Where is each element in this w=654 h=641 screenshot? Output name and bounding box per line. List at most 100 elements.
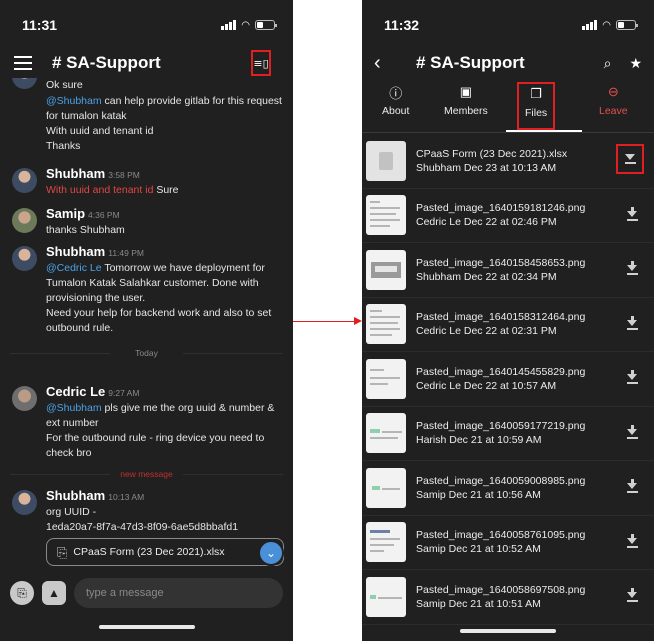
file-row[interactable]: Pasted_image_1640059177219.png Harish Dec… [362, 407, 654, 461]
image-button[interactable]: ▲ [42, 581, 66, 605]
avatar [12, 208, 37, 233]
file-meta: Samip Dec 21 at 10:52 AM [416, 543, 541, 556]
file-list[interactable]: CPaaS Form (23 Dec 2021).xlsx Shubham Dec… [362, 134, 654, 625]
file-meta: Shubham Dec 23 at 10:13 AM [416, 161, 557, 174]
file-row[interactable]: Pasted_image_1640059008985.png Samip Dec … [362, 461, 654, 516]
message: Shubham 10:13 AM org UUID - 1eda20a7-8f7a… [0, 488, 293, 535]
file-row[interactable]: Pasted_image_1640158312464.png Cedric Le … [362, 298, 654, 352]
channel-title: # SA-Support [52, 53, 161, 72]
info-icon: ⓘ [389, 85, 403, 101]
chat-screen: 11:31 ◠ # SA-Support ≡▯ Ok sure @Shubham… [0, 0, 293, 641]
search-icon[interactable]: ⌕ [604, 55, 612, 72]
message-line: @Cedric Le Tomorrow we have deployment f… [46, 261, 285, 276]
file-row[interactable]: Pasted_image_1640058761095.png Samip Dec … [362, 516, 654, 570]
message-line: @Shubham pls give me the org uuid & numb… [46, 401, 285, 416]
file-name: Pasted_image_1640159181246.png [416, 202, 586, 215]
channel-details-button[interactable]: ≡▯ [251, 50, 271, 76]
file-row[interactable]: CPaaS Form (23 Dec 2021).xlsx Shubham Dec… [362, 134, 654, 189]
download-icon[interactable] [626, 533, 638, 548]
tab-label: Leave [599, 105, 628, 117]
download-icon[interactable] [626, 479, 638, 493]
file-name: CPaaS Form (23 Dec 2021).xlsx [416, 147, 568, 160]
download-icon[interactable] [626, 370, 638, 384]
home-indicator[interactable] [98, 625, 195, 629]
star-icon[interactable]: ★ [629, 55, 642, 72]
message-line: With uuid and tenant id [46, 125, 154, 137]
channel-details-screen: 11:32 ◠ ‹ # SA-Support ⌕ ★ ⓘ About ▣ Mem… [362, 0, 654, 641]
message-line: Tumalon Katak Salahkar customer. Done wi… [46, 277, 259, 289]
status-bar: 11:31 ◠ [0, 0, 293, 50]
tab-divider [362, 132, 654, 133]
message: Shubham 11:49 PM @Cedric Le Tomorrow we h… [0, 244, 293, 336]
back-icon[interactable]: ‹ [374, 52, 390, 75]
message-line: 1eda20a7-8f7a-47d3-8f09-6ae5d8bbafd1 [46, 521, 239, 533]
scroll-down-button[interactable]: ⌄ [258, 540, 284, 566]
home-indicator[interactable] [460, 629, 556, 633]
battery-icon [255, 20, 277, 30]
message-line: Ok sure [46, 79, 83, 91]
file-name: Pasted_image_1640145455829.png [416, 365, 586, 378]
date-divider: Today [0, 346, 293, 361]
message: Cedric Le 9:27 AM @Shubham pls give me th… [0, 384, 293, 461]
message-text: can help provide gitlab for this request [101, 95, 282, 107]
wifi-icon: ◠ [241, 19, 250, 31]
wifi-icon: ◠ [602, 19, 611, 31]
tab-about[interactable]: ⓘ About [382, 82, 409, 130]
tab-files[interactable]: ❐ Files [517, 82, 556, 130]
tab-members[interactable]: ▣ Members [444, 82, 488, 130]
status-time: 11:31 [22, 17, 58, 33]
attachment-chip[interactable]: ⎘ CPaaS Form (23 Dec 2021).xlsx [46, 538, 284, 566]
file-name: Pasted_image_1640059177219.png [416, 420, 586, 433]
file-thumbnail [366, 413, 406, 454]
sender-name: Shubham [46, 488, 106, 503]
tab-label: Files [525, 107, 548, 119]
battery-icon [616, 20, 638, 30]
message-line: For the outbound rule - ring device you … [46, 432, 265, 444]
mention-link[interactable]: @Shubham [46, 95, 102, 107]
mention-link[interactable]: @Shubham [46, 402, 102, 414]
download-icon[interactable] [626, 315, 638, 330]
message-list[interactable]: Ok sure @Shubham can help provide gitlab… [0, 78, 293, 566]
tab-label: Members [444, 105, 488, 117]
menu-icon[interactable] [14, 56, 32, 70]
file-row[interactable]: Pasted_image_1640058697508.png Samip Dec … [362, 570, 654, 625]
message: Ok sure [0, 78, 293, 93]
download-icon[interactable] [626, 588, 638, 602]
detail-header: ‹ # SA-Support ⌕ ★ [362, 50, 654, 76]
message-text: pls give me the org uuid & number & [101, 402, 275, 414]
message-line: for tumalon katak [46, 110, 127, 122]
message-time: 10:13 AM [108, 492, 145, 502]
download-icon[interactable] [626, 424, 638, 439]
message-line: With uuid and tenant id Sure [46, 183, 285, 198]
sender-name: Shubham [46, 166, 106, 181]
avatar [12, 78, 37, 89]
members-icon: ▣ [459, 84, 473, 99]
file-meta: Cedric Le Dec 22 at 10:57 AM [416, 379, 557, 392]
annotation-arrow-head [354, 317, 362, 325]
download-icon[interactable] [616, 144, 644, 174]
file-thumbnail [366, 467, 406, 508]
message-time: 3:58 PM [108, 170, 140, 180]
message-input[interactable] [74, 578, 283, 608]
download-icon[interactable] [626, 206, 638, 221]
tab-leave[interactable]: ⊖ Leave [599, 82, 628, 130]
signal-icon [221, 20, 237, 30]
message-line: @Shubham can help provide gitlab for thi… [46, 94, 285, 109]
paperclip-icon: ⎘ [17, 585, 27, 600]
file-row[interactable]: Pasted_image_1640159181246.png Cedric Le … [362, 189, 654, 243]
attach-button[interactable]: ⎘ [10, 581, 34, 605]
chevron-down-icon: ⌄ [265, 546, 277, 560]
file-meta: Cedric Le Dec 22 at 02:46 PM [416, 216, 557, 229]
file-meta: Harish Dec 21 at 10:59 AM [416, 434, 542, 447]
download-icon[interactable] [626, 261, 638, 275]
detail-tabs: ⓘ About ▣ Members ❐ Files ⊖ Leave [362, 82, 654, 130]
file-row[interactable]: Pasted_image_1640145455829.png Cedric Le … [362, 352, 654, 407]
mention-link[interactable]: @Cedric Le [46, 262, 102, 274]
message-line: Need your help for backend work and also… [46, 307, 272, 319]
file-name: Pasted_image_1640058761095.png [416, 529, 586, 542]
signal-icon [582, 20, 598, 30]
message-line: ext number [46, 417, 99, 429]
status-icons: ◠ [582, 19, 638, 31]
file-row[interactable]: Pasted_image_1640158458653.png Shubham De… [362, 243, 654, 298]
message: Shubham 3:58 PM With uuid and tenant id S… [0, 166, 293, 198]
